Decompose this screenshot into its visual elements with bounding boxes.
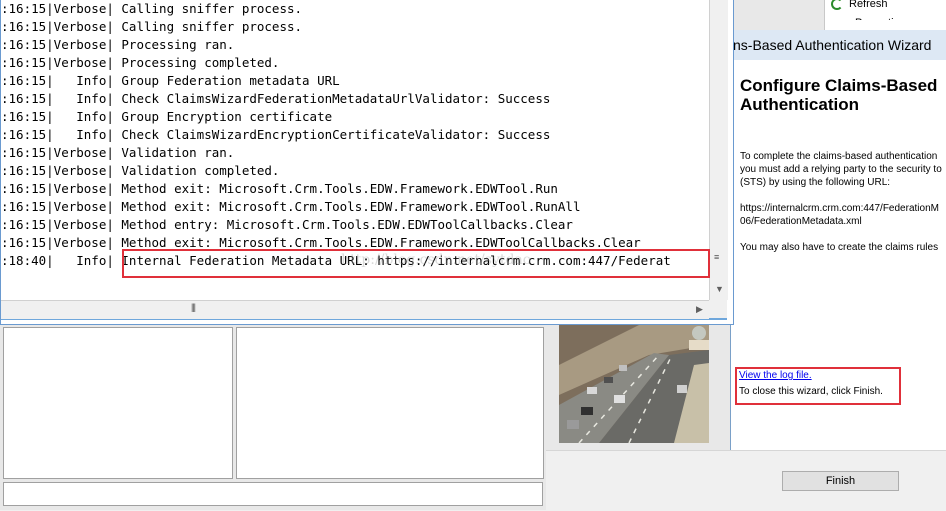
- wizard-url-line1: https://internalcrm.crm.com:447/Federati…: [740, 203, 939, 214]
- horizontal-scrollbar[interactable]: ||| ▶: [1, 300, 709, 319]
- finish-button[interactable]: Finish: [782, 471, 899, 491]
- view-log-file-link[interactable]: View the log file.: [739, 370, 812, 381]
- log-line: :16:15| Info| Check ClaimsWizardEncrypti…: [1, 127, 551, 142]
- log-line: :16:15| Info| Group Encryption certifica…: [1, 109, 333, 124]
- wizard-heading: Configure Claims-Based Authentication: [740, 76, 946, 114]
- wizard-heading-line2: Authentication: [740, 95, 859, 114]
- log-line: :16:15|Verbose| Calling sniffer process.: [1, 19, 303, 34]
- scroll-right-arrow-icon[interactable]: ▶: [696, 304, 703, 315]
- metadata-url-highlight: [122, 249, 710, 278]
- log-line: :16:15|Verbose| Method exit: Microsoft.C…: [1, 181, 558, 196]
- log-line: :16:15|Verbose| Method exit: Microsoft.C…: [1, 199, 581, 214]
- log-line: :16:15| Info| Check ClaimsWizardFederati…: [1, 91, 551, 106]
- log-line: :16:15|Verbose| Calling sniffer process.: [1, 1, 303, 16]
- scroll-grip-icon: ≡: [714, 252, 719, 262]
- log-line: :16:15| Info| Group Federation metadata …: [1, 73, 340, 88]
- wizard-para1-line2: you must add a relying party to the secu…: [740, 164, 942, 175]
- wizard-heading-line1: Configure Claims-Based: [740, 76, 938, 95]
- close-instruction: To close this wizard, click Finish.: [739, 386, 883, 397]
- wizard-para2: You may also have to create the claims r…: [740, 242, 939, 253]
- log-line: :16:15|Verbose| Validation ran.: [1, 145, 235, 160]
- refresh-icon: [831, 0, 843, 10]
- action-refresh[interactable]: Refresh: [831, 0, 888, 10]
- highway-image: [559, 325, 709, 443]
- properties-label: Properties: [855, 12, 905, 20]
- console-tree-pane[interactable]: [3, 327, 233, 479]
- log-line: :16:15|Verbose| Processing ran.: [1, 37, 235, 52]
- wizard-url-line2: 06/FederationMetadata.xml: [740, 216, 862, 227]
- wizard-title: ns-Based Authentication Wizard: [731, 30, 946, 60]
- scrollbar-corner: [709, 300, 727, 318]
- wizard-para1-line3: (STS) by using the following URL:: [740, 177, 891, 188]
- vertical-scrollbar[interactable]: ≡ ▼: [709, 0, 728, 300]
- refresh-label: Refresh: [849, 0, 888, 10]
- claims-wizard-window: ns-Based Authentication Wizard Configure…: [730, 30, 946, 510]
- horizontal-scroll-thumb[interactable]: |||: [1, 302, 691, 316]
- scroll-down-arrow-icon[interactable]: ▼: [715, 284, 724, 294]
- actions-pane: Refresh Properties: [824, 0, 946, 30]
- status-bar: [3, 482, 543, 506]
- results-pane[interactable]: [236, 327, 544, 479]
- log-line: :16:15|Verbose| Processing completed.: [1, 55, 280, 70]
- log-line: :16:15|Verbose| Method entry: Microsoft.…: [1, 217, 573, 232]
- log-line: :16:15|Verbose| Validation completed.: [1, 163, 280, 178]
- hscroll-grip-icon: |||: [191, 302, 196, 312]
- wizard-para1-line1: To complete the claims-based authenticat…: [740, 151, 938, 162]
